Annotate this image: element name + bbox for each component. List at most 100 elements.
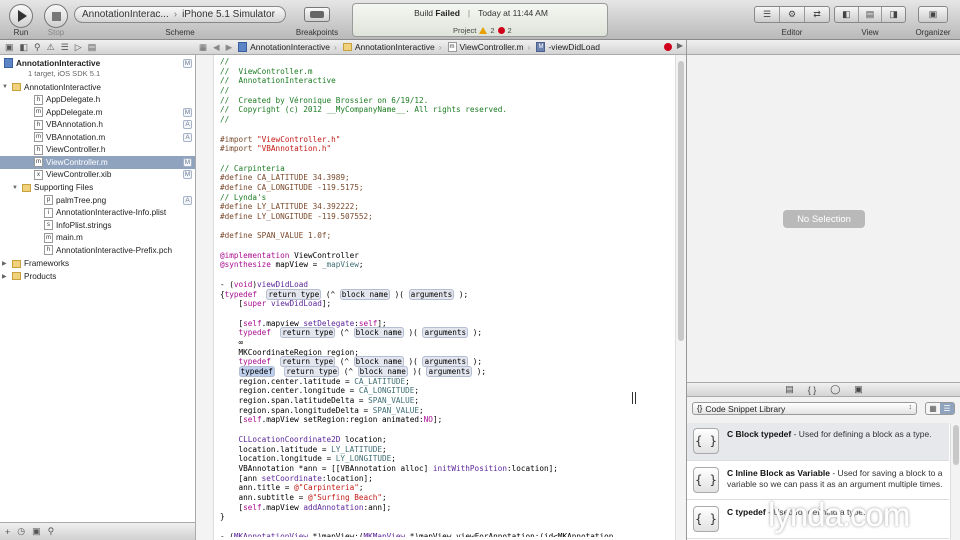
disclosure-triangle-icon[interactable]: ▼	[12, 185, 20, 191]
editor-scroll-thumb[interactable]	[678, 61, 684, 341]
code-line[interactable]: // Lynda's	[220, 193, 660, 203]
crumb-project[interactable]: AnnotationInteractive ›	[235, 42, 340, 52]
code-line[interactable]: CLLocationCoordinate2D location;	[220, 435, 660, 445]
crumb-method[interactable]: M -viewDidLoad	[533, 42, 603, 52]
project-navigator-icon[interactable]: ▣	[5, 42, 14, 53]
warning-count[interactable]: 2	[490, 26, 494, 35]
navigator-item[interactable]: h AppDelegate.h	[0, 94, 195, 107]
navigator-item[interactable]: ▶ Products	[0, 270, 195, 283]
navigator-item[interactable]: i AnnotationInteractive-Info.plist	[0, 207, 195, 220]
library-scroll-thumb[interactable]	[953, 425, 959, 465]
library-view-toggle[interactable]: ▦ ☰	[925, 402, 955, 415]
code-line[interactable]: region.span.longitudeDelta = SPAN_VALUE;	[220, 406, 660, 416]
issue-error-icon[interactable]	[664, 43, 672, 51]
crumb-group[interactable]: AnnotationInteractive ›	[340, 42, 445, 52]
navigator-item[interactable]: m VBAnnotation.m A	[0, 131, 195, 144]
activity-viewer[interactable]: Build Failed | Today at 11:44 AM Project…	[352, 3, 608, 37]
add-icon[interactable]: +	[5, 527, 10, 537]
code-line[interactable]: //	[220, 57, 660, 67]
editor-gutter[interactable]	[196, 55, 214, 540]
code-line[interactable]: location.longitude = LY_LONGITUDE;	[220, 454, 660, 464]
navigator-item[interactable]: ▶ Frameworks	[0, 258, 195, 271]
code-line[interactable]: // AnnotationInteractive	[220, 76, 660, 86]
code-line[interactable]: [self.mapView addAnnotation:ann];	[220, 503, 660, 513]
library-popup[interactable]: {} Code Snippet Library ↕	[692, 402, 917, 415]
list-view-icon[interactable]: ☰	[940, 403, 954, 414]
code-line[interactable]: #import "VBAnnotation.h"	[220, 144, 660, 154]
code-line[interactable]: VBAnnotation *ann = [[VBAnnotation alloc…	[220, 464, 660, 474]
snippet-item[interactable]: { } C Inline Block as Variable - Used fo…	[687, 462, 949, 500]
scheme-popup[interactable]: AnnotationInterac... › iPhone 5.1 Simula…	[74, 6, 286, 23]
editor-scrollbar[interactable]	[675, 55, 686, 540]
navigator-item[interactable]: h VBAnnotation.h A	[0, 119, 195, 132]
debug-area-toggle-icon[interactable]: ▤	[859, 7, 883, 22]
navigator-item[interactable]: m ViewController.m M	[0, 156, 195, 169]
code-line[interactable]: //	[220, 86, 660, 96]
navigator-item[interactable]: x ViewController.xib M	[0, 169, 195, 182]
breakpoints-button[interactable]	[304, 7, 330, 22]
navigator-item[interactable]: h AnnotationInteractive-Prefix.pch	[0, 244, 195, 257]
log-navigator-icon[interactable]: ▤	[88, 42, 97, 53]
code-line[interactable]: typedef return type (^ block name )( arg…	[220, 327, 660, 339]
code-line[interactable]: @synthesize mapView = _mapView;	[220, 260, 660, 270]
code-line[interactable]: // Carpinteria	[220, 164, 660, 174]
related-items-icon[interactable]: ▦	[196, 42, 210, 53]
code-line[interactable]: #define SPAN_VALUE 1.0f;	[220, 231, 660, 241]
forward-icon[interactable]: ▶	[223, 42, 236, 53]
code-line[interactable]: [super viewDidLoad];	[220, 299, 660, 309]
disclosure-triangle-icon[interactable]: ▼	[0, 60, 2, 66]
code-line[interactable]: region.center.longitude = CA_LONGITUDE;	[220, 386, 660, 396]
code-line[interactable]: region.center.latitude = CA_LATITUDE;	[220, 377, 660, 387]
code-line[interactable]	[220, 222, 660, 232]
assistant-editor-icon[interactable]: ⚙	[780, 7, 805, 22]
media-library-icon[interactable]: ▣	[854, 384, 863, 395]
crumb-file[interactable]: m ViewController.m ›	[445, 42, 534, 52]
code-line[interactable]: @implementation ViewController	[220, 251, 660, 261]
organizer-button[interactable]: ▣	[918, 6, 948, 23]
code-snippet-library-icon[interactable]: { }	[808, 385, 817, 395]
navigator-item[interactable]: s InfoPlist.strings	[0, 219, 195, 232]
debug-navigator-icon[interactable]: ☰	[61, 42, 69, 53]
code-line[interactable]	[220, 425, 660, 435]
library-scrollbar[interactable]	[950, 423, 960, 540]
editor-mode-control[interactable]: ☰ ⚙ ⇄	[754, 6, 830, 23]
scm-filter-icon[interactable]: ▣	[32, 526, 41, 537]
navigator-item[interactable]: h ViewController.h	[0, 144, 195, 157]
navigator-item[interactable]: m main.m	[0, 232, 195, 245]
code-line[interactable]: #define CA_LATITUDE 34.3989;	[220, 173, 660, 183]
navigator-toggle-icon[interactable]: ◧	[835, 7, 859, 22]
code-line[interactable]: #define LY_LATITUDE 34.392222;	[220, 202, 660, 212]
disclosure-triangle-icon[interactable]: ▶	[2, 273, 10, 280]
filter-icon[interactable]: ⚲	[48, 526, 55, 537]
code-line[interactable]: region.span.latitudeDelta = SPAN_VALUE;	[220, 396, 660, 406]
issue-navigator-icon[interactable]: ⚠	[47, 42, 55, 53]
code-line[interactable]	[220, 154, 660, 164]
utilities-toggle-icon[interactable]: ◨	[882, 7, 905, 22]
symbol-navigator-icon[interactable]: ◧	[20, 42, 29, 53]
disclosure-triangle-icon[interactable]: ▶	[2, 260, 10, 267]
search-navigator-icon[interactable]: ⚲	[34, 42, 41, 53]
standard-editor-icon[interactable]: ☰	[755, 7, 780, 22]
source-editor[interactable]: //// ViewController.m// AnnotationIntera…	[196, 55, 686, 540]
code-line[interactable]: typedef return type (^ block name )( arg…	[220, 366, 660, 377]
code-line[interactable]: }	[220, 512, 660, 522]
disclosure-triangle-icon[interactable]: ▼	[2, 84, 10, 90]
next-issue-icon[interactable]: ▶	[677, 41, 683, 50]
back-icon[interactable]: ◀	[210, 42, 223, 53]
code-line[interactable]: - (MKAnnotationView *)mapView:(MKMapView…	[220, 532, 660, 537]
error-count[interactable]: 2	[508, 26, 512, 35]
code-line[interactable]	[220, 309, 660, 319]
code-line[interactable]: ∞	[220, 338, 660, 348]
navigator-item[interactable]: ▼ Supporting Files	[0, 182, 195, 195]
code-line[interactable]: //	[220, 115, 660, 125]
code-line[interactable]: // Created by Véronique Brossier on 6/19…	[220, 96, 660, 106]
code-line[interactable]	[220, 270, 660, 280]
navigator-item[interactable]: m AppDelegate.m M	[0, 106, 195, 119]
snippet-item[interactable]: { } C Block typedef - Used for defining …	[687, 423, 949, 461]
recent-icon[interactable]: ◷	[17, 526, 25, 537]
code-line[interactable]: ann.title = @"Carpinteria";	[220, 483, 660, 493]
version-editor-icon[interactable]: ⇄	[805, 7, 829, 22]
code-area[interactable]: //// ViewController.m// AnnotationIntera…	[220, 57, 660, 537]
code-line[interactable]: // Copyright (c) 2012 __MyCompanyName__.…	[220, 105, 660, 115]
view-control[interactable]: ◧ ▤ ◨	[834, 6, 906, 23]
